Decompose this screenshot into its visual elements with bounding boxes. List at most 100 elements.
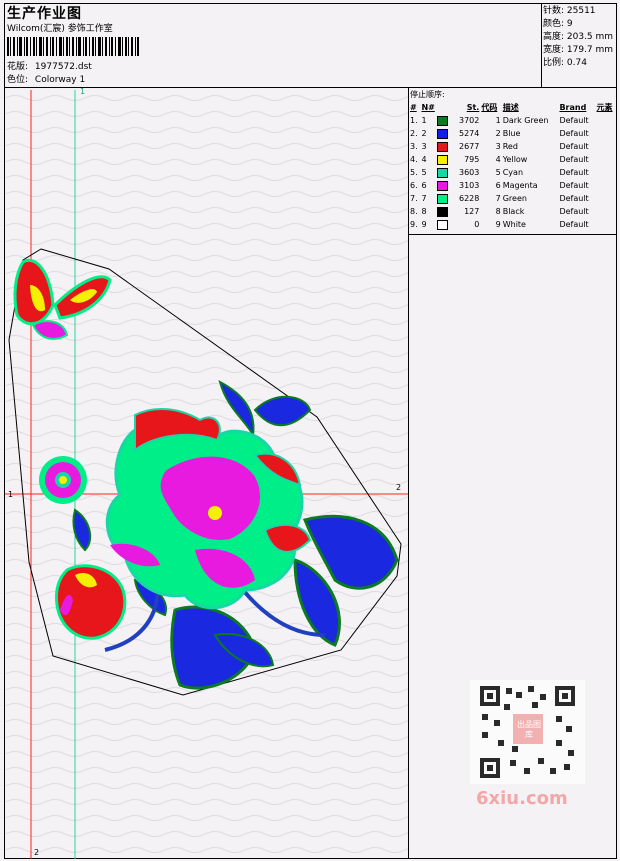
row-n-value: 7 <box>421 194 427 203</box>
green-guide-label: 1 <box>80 87 86 96</box>
row-n: 6 <box>420 179 453 192</box>
row-stitches: 127 <box>464 207 480 216</box>
row-n-value: 6 <box>421 181 427 190</box>
row-stitches: 0 <box>474 220 480 229</box>
row-n: 9 <box>420 218 453 231</box>
row-desc: Dark Green <box>502 116 549 125</box>
stats-divider <box>541 3 542 88</box>
color-swatch <box>436 206 448 217</box>
red-guide-label-left: 1 <box>8 490 14 499</box>
color-swatch <box>436 219 448 230</box>
design-value: 1977572.dst <box>34 62 92 72</box>
row-desc: Black <box>502 207 525 216</box>
row-element <box>596 166 617 179</box>
row-n-value: 3 <box>421 142 427 151</box>
colorway-label: 色位: <box>7 75 29 85</box>
stat-width: 宽度: 179.7 mm <box>543 45 614 55</box>
col-code: 代码 <box>481 103 498 112</box>
barcode <box>7 37 139 56</box>
color-row: 9. 9 0 9 White Default <box>409 218 617 231</box>
design-name-row: 花版: 1977572.dst <box>7 61 92 73</box>
col-element: 元素 <box>596 103 613 112</box>
color-row: 3. 3 2677 3 Red Default <box>409 140 617 153</box>
row-stitches: 795 <box>464 155 480 164</box>
row-index: 2. <box>410 129 418 138</box>
row-brand: Default <box>559 129 589 138</box>
row-stitches: 2677 <box>458 142 480 151</box>
stat-scale: 比例: 0.74 <box>543 58 587 68</box>
embroidery-preview <box>5 90 408 859</box>
row-stitches: 5274 <box>458 129 480 138</box>
row-element <box>596 114 617 127</box>
row-n-value: 4 <box>421 155 427 164</box>
col-hash: # <box>410 103 417 112</box>
row-n-value: 1 <box>421 116 427 125</box>
row-index: 5. <box>410 168 418 177</box>
row-desc: Magenta <box>502 181 538 190</box>
row-n-value: 2 <box>421 129 427 138</box>
row-brand: Default <box>559 207 589 216</box>
row-code: 7 <box>495 194 501 203</box>
flower-bud <box>55 564 127 640</box>
watermark-stamp: 出品图库 <box>517 720 541 739</box>
row-brand: Default <box>559 116 589 125</box>
row-element <box>596 153 617 166</box>
watermark-qr-block: 出品图库 6xiu.com <box>470 680 585 810</box>
row-desc: Cyan <box>502 168 524 177</box>
row-element <box>596 205 617 218</box>
row-brand: Default <box>559 142 589 151</box>
color-swatch <box>436 154 448 165</box>
table-header-row: # N# St. 代码 描述 Brand 元素 <box>409 101 617 114</box>
colorway-row: 色位: Colorway 1 <box>7 74 85 86</box>
row-brand: Default <box>559 155 589 164</box>
row-code: 8 <box>495 207 501 216</box>
row-stitches: 3702 <box>458 116 480 125</box>
row-n-value: 9 <box>421 220 427 229</box>
col-stitches: St. <box>466 103 480 112</box>
row-code: 9 <box>495 220 501 229</box>
row-n-value: 5 <box>421 168 427 177</box>
color-swatch <box>436 141 448 152</box>
stat-height: 高度: 203.5 mm <box>543 32 614 42</box>
row-n: 8 <box>420 205 453 218</box>
color-stop-table: # N# St. 代码 描述 Brand 元素 1. 1 3702 1 Dark Gre… <box>409 101 617 231</box>
row-desc: Green <box>502 194 527 203</box>
row-element <box>596 218 617 231</box>
header-divider <box>4 87 617 88</box>
row-brand: Default <box>559 194 589 203</box>
color-swatch <box>436 115 448 126</box>
color-row: 2. 2 5274 2 Blue Default <box>409 127 617 140</box>
row-element <box>596 127 617 140</box>
row-n: 7 <box>420 192 453 205</box>
row-n: 2 <box>420 127 453 140</box>
row-n-value: 8 <box>421 207 427 216</box>
row-code: 5 <box>495 168 501 177</box>
stop-sequence-caption: 停止顺序: <box>410 90 445 99</box>
color-row: 1. 1 3702 1 Dark Green Default <box>409 114 617 127</box>
row-stitches: 3103 <box>458 181 480 190</box>
row-n: 4 <box>420 153 453 166</box>
color-row: 5. 5 3603 5 Cyan Default <box>409 166 617 179</box>
row-element <box>596 140 617 153</box>
color-row: 7. 7 6228 7 Green Default <box>409 192 617 205</box>
row-index: 8. <box>410 207 418 216</box>
row-brand: Default <box>559 168 589 177</box>
row-desc: Red <box>502 142 518 151</box>
small-flower <box>39 456 87 504</box>
color-row: 8. 8 127 8 Black Default <box>409 205 617 218</box>
col-n: N# <box>421 103 435 112</box>
watermark-text: 6xiu.com <box>476 788 568 809</box>
row-code: 3 <box>495 142 501 151</box>
row-n: 3 <box>420 140 453 153</box>
row-code: 4 <box>495 155 501 164</box>
red-guide-label-bottom: 2 <box>34 848 40 857</box>
col-desc: 描述 <box>502 103 519 112</box>
col-brand: Brand <box>559 103 587 112</box>
row-desc: White <box>502 220 526 229</box>
row-n: 5 <box>420 166 453 179</box>
color-row: 6. 6 3103 6 Magenta Default <box>409 179 617 192</box>
color-swatch <box>436 167 448 178</box>
design-label: 花版: <box>7 62 29 72</box>
table-divider <box>408 234 617 235</box>
row-index: 3. <box>410 142 418 151</box>
